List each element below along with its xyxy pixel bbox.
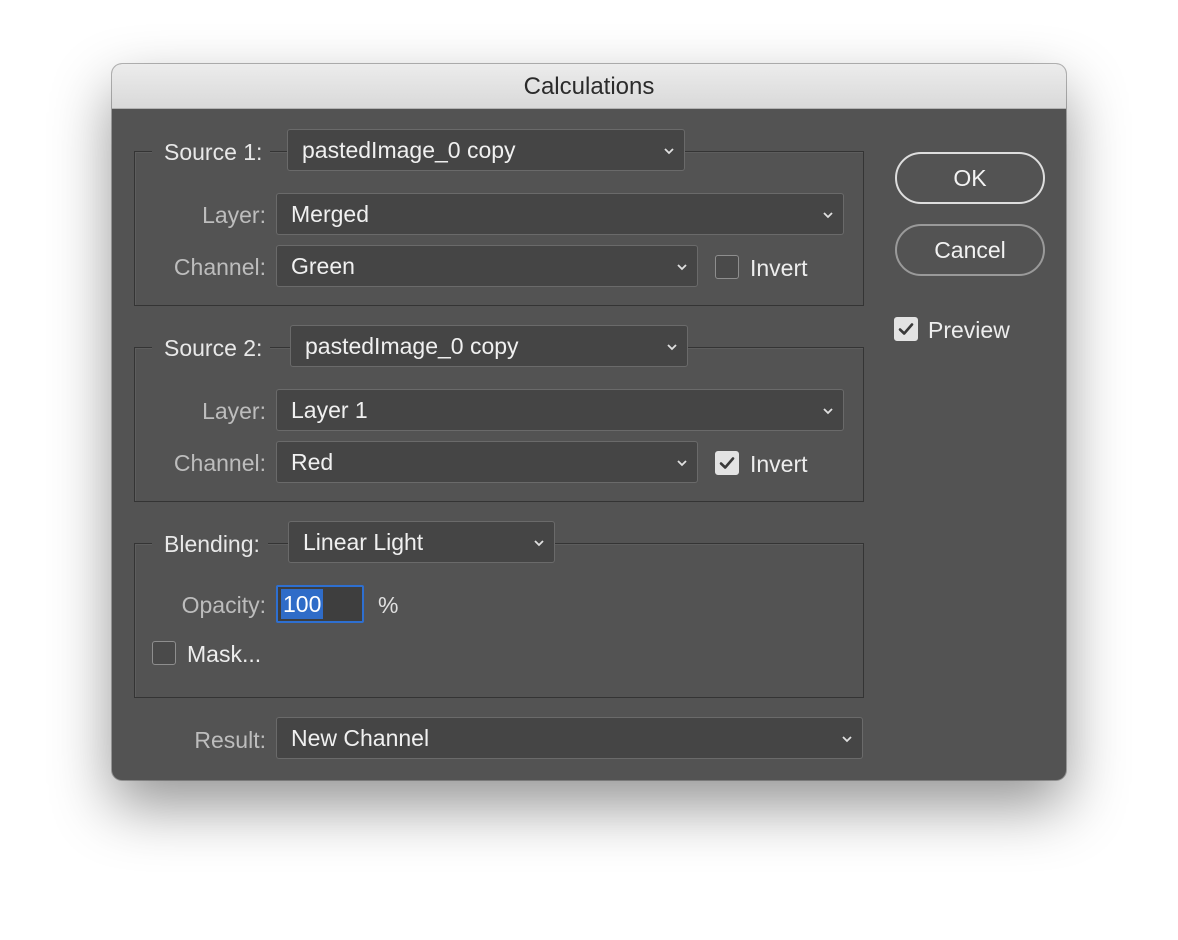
- calculations-dialog: Calculations Source 1: pastedImage_0 cop…: [112, 64, 1066, 780]
- cancel-button[interactable]: Cancel: [895, 224, 1045, 276]
- mask-label[interactable]: Mask...: [187, 642, 261, 666]
- source1-layer-label: Layer:: [202, 202, 266, 228]
- opacity-value: 100: [281, 589, 324, 619]
- checkmark-icon: [898, 323, 914, 335]
- source1-invert-checkbox[interactable]: [715, 255, 739, 279]
- source2-channel-value: Red: [291, 449, 334, 475]
- chevron-down-icon: [842, 736, 852, 743]
- chevron-down-icon: [534, 540, 544, 547]
- ok-button[interactable]: OK: [895, 152, 1045, 204]
- source1-layer-value: Merged: [291, 201, 369, 227]
- chevron-down-icon: [823, 212, 833, 219]
- opacity-input[interactable]: 100: [276, 585, 364, 623]
- preview-checkbox[interactable]: [894, 317, 918, 341]
- source2-legend: Source 2:: [152, 328, 271, 368]
- source2-layer-select[interactable]: Layer 1: [276, 389, 844, 431]
- checkmark-icon: [719, 457, 735, 469]
- chevron-down-icon: [667, 344, 677, 351]
- source1-channel-label: Channel:: [173, 254, 266, 280]
- chevron-down-icon: [677, 460, 687, 467]
- source1-channel-select[interactable]: Green: [276, 245, 698, 287]
- source2-layer-value: Layer 1: [291, 397, 368, 423]
- result-label: Result:: [194, 727, 266, 753]
- source1-invert-label: Invert: [750, 255, 808, 281]
- source1-channel-value: Green: [291, 253, 355, 279]
- blending-mode-select[interactable]: Linear Light: [288, 521, 555, 563]
- preview-label[interactable]: Preview: [928, 318, 1010, 342]
- chevron-down-icon: [677, 264, 687, 271]
- source2-invert-label: Invert: [750, 451, 808, 477]
- chevron-down-icon: [823, 408, 833, 415]
- source1-legend: Source 1:: [152, 132, 271, 172]
- opacity-label: Opacity:: [181, 592, 266, 618]
- source2-file-select[interactable]: pastedImage_0 copy: [290, 325, 688, 367]
- result-select[interactable]: New Channel: [276, 717, 863, 759]
- blending-mode-value: Linear Light: [303, 529, 424, 555]
- source1-file-value: pastedImage_0 copy: [302, 137, 516, 163]
- source2-channel-label: Channel:: [173, 450, 266, 476]
- source2-channel-select[interactable]: Red: [276, 441, 698, 483]
- result-value: New Channel: [291, 725, 430, 751]
- chevron-down-icon: [664, 148, 674, 155]
- source2-invert-checkbox[interactable]: [715, 451, 739, 475]
- opacity-unit: %: [378, 592, 399, 618]
- blending-legend: Blending:: [152, 524, 268, 564]
- source2-file-value: pastedImage_0 copy: [305, 333, 519, 359]
- mask-checkbox[interactable]: [152, 641, 176, 665]
- source1-layer-select[interactable]: Merged: [276, 193, 844, 235]
- source2-layer-label: Layer:: [202, 398, 266, 424]
- window-title: Calculations: [112, 64, 1066, 109]
- source1-file-select[interactable]: pastedImage_0 copy: [287, 129, 685, 171]
